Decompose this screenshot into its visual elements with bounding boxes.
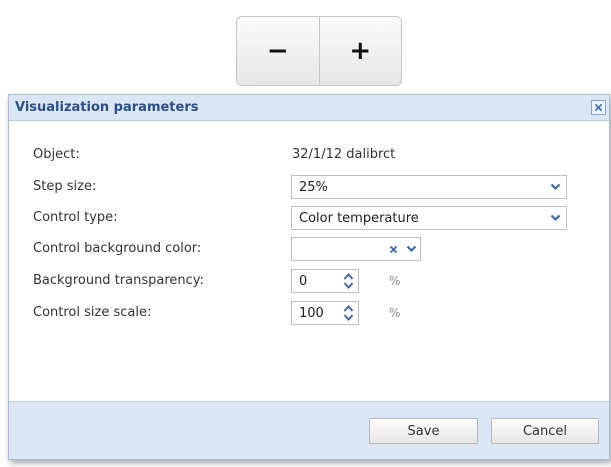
size-scale-spinner[interactable]: 100 [291, 301, 359, 325]
bg-transparency-unit: % [389, 274, 401, 288]
clear-x-icon[interactable] [384, 238, 402, 260]
close-button[interactable] [591, 100, 606, 115]
size-scale-unit: % [389, 306, 401, 320]
control-type-label: Control type: [33, 210, 118, 225]
save-button[interactable]: Save [369, 418, 478, 444]
visualization-dialog: Visualization parameters Object: 32/1/12… [8, 94, 610, 460]
bg-color-picker[interactable] [291, 237, 421, 261]
color-swatch[interactable] [292, 238, 384, 260]
cancel-button[interactable]: Cancel [491, 418, 599, 444]
bg-transparency-label: Background transparency: [33, 273, 204, 288]
dialog-titlebar: Visualization parameters [9, 95, 609, 121]
step-size-select[interactable]: 25% [291, 175, 567, 199]
bg-color-label: Control background color: [33, 241, 202, 256]
bg-transparency-spinner[interactable]: 0 [291, 269, 359, 293]
object-label: Object: [33, 147, 80, 162]
control-type-value: Color temperature [299, 210, 419, 226]
dialog-footer: Save Cancel [9, 401, 609, 459]
chevron-down-icon[interactable] [402, 238, 420, 260]
zoom-stepper: − + [236, 16, 402, 86]
plus-button[interactable]: + [320, 17, 402, 85]
chevron-down-icon[interactable] [544, 207, 566, 229]
dialog-title: Visualization parameters [15, 100, 199, 115]
spin-up-down-icon[interactable] [338, 270, 358, 292]
bg-transparency-value: 0 [299, 273, 308, 289]
spin-up-down-icon[interactable] [338, 302, 358, 324]
step-size-label: Step size: [33, 179, 97, 194]
object-value: 32/1/12 dalibrct [292, 147, 396, 162]
step-size-value: 25% [299, 179, 328, 195]
size-scale-label: Control size scale: [33, 305, 152, 320]
control-type-select[interactable]: Color temperature [291, 206, 567, 230]
chevron-down-icon[interactable] [544, 176, 566, 198]
minus-button[interactable]: − [237, 17, 319, 85]
close-icon [594, 103, 603, 112]
size-scale-value: 100 [299, 305, 324, 321]
